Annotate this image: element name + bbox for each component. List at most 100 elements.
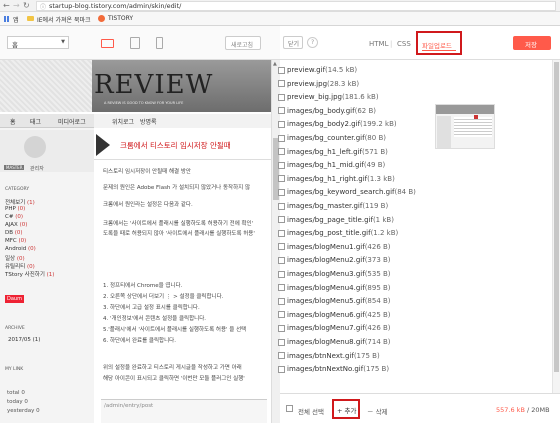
file-row[interactable]: images/bg_counter.gif(80 B) bbox=[278, 134, 386, 142]
category-item[interactable]: 일상 (0) bbox=[5, 254, 25, 262]
category-item[interactable]: Android (0) bbox=[5, 246, 36, 252]
file-row[interactable]: images/blogMenu8.gif(714 B) bbox=[278, 338, 391, 346]
mobile-view-icon[interactable] bbox=[156, 37, 163, 49]
file-row[interactable]: images/btnNextNo.gif(175 B) bbox=[278, 365, 389, 373]
file-checkbox[interactable] bbox=[278, 66, 285, 74]
bookmark-tistory[interactable]: TISTORY bbox=[108, 15, 133, 22]
nav-home[interactable]: 홈 bbox=[10, 117, 16, 126]
refresh-button[interactable]: 새로고침 bbox=[225, 36, 261, 50]
file-name: preview.gif bbox=[287, 66, 326, 74]
save-button[interactable]: 저장 bbox=[513, 36, 551, 50]
archive-item[interactable]: 2017/05 (1) bbox=[8, 337, 40, 343]
file-row[interactable]: images/blogMenu5.gif(854 B) bbox=[278, 297, 391, 305]
file-checkbox[interactable] bbox=[278, 365, 285, 373]
file-row[interactable]: images/bg_body2.gif(199.2 kB) bbox=[278, 120, 397, 128]
file-row[interactable]: images/bg_master.gif(119 B) bbox=[278, 202, 388, 210]
file-row[interactable]: images/bg_page_title.gif(1 kB) bbox=[278, 216, 394, 224]
file-checkbox[interactable] bbox=[278, 202, 285, 210]
tab-html[interactable]: HTML bbox=[369, 40, 388, 48]
forward-icon[interactable]: → bbox=[13, 1, 20, 10]
category-item[interactable]: AJAX (0) bbox=[5, 222, 27, 228]
category-item[interactable]: 전체보기 (1) bbox=[5, 198, 35, 206]
scrollbar-thumb[interactable] bbox=[554, 62, 559, 372]
file-checkbox[interactable] bbox=[278, 188, 285, 196]
file-checkbox[interactable] bbox=[278, 161, 285, 169]
file-checkbox[interactable] bbox=[278, 284, 285, 292]
back-icon[interactable]: ← bbox=[3, 1, 10, 10]
file-row[interactable]: images/bg_h1_left.gif(571 B) bbox=[278, 148, 388, 156]
category-item[interactable]: DB (0) bbox=[5, 230, 23, 236]
file-row[interactable]: images/bg_body.gif(62 B) bbox=[278, 107, 376, 115]
file-checkbox[interactable] bbox=[278, 311, 285, 319]
file-name: images/blogMenu3.gif bbox=[287, 270, 365, 278]
desktop-view-icon[interactable] bbox=[101, 39, 114, 48]
file-checkbox[interactable] bbox=[278, 175, 285, 183]
editor-toolbar: 닫기 ? HTML | CSS 파일업로드 저장 bbox=[280, 26, 560, 60]
article-line: 4. '개인정보'에서 콘텐츠 설정을 클릭합니다. bbox=[103, 316, 207, 322]
category-item[interactable]: TStory 사진하기 (1) bbox=[5, 270, 54, 278]
file-list-scrollbar[interactable] bbox=[552, 60, 560, 393]
file-size: (1.3 kB) bbox=[367, 174, 395, 183]
category-item[interactable]: 유틸리티 (0) bbox=[5, 262, 35, 270]
file-row[interactable]: preview.jpg(28.3 kB) bbox=[278, 80, 359, 88]
file-row[interactable]: images/blogMenu3.gif(535 B) bbox=[278, 270, 391, 278]
file-row[interactable]: images/bg_post_title.gif(1.2 kB) bbox=[278, 229, 398, 237]
file-checkbox[interactable] bbox=[278, 93, 285, 101]
file-row[interactable]: preview_big.jpg(181.6 kB) bbox=[278, 93, 379, 101]
scroll-up-icon[interactable]: ▲ bbox=[273, 61, 277, 67]
select-all-label[interactable]: 전체 선택 bbox=[298, 406, 324, 416]
file-checkbox[interactable] bbox=[278, 80, 285, 88]
file-row[interactable]: images/blogMenu6.gif(425 B) bbox=[278, 311, 391, 319]
reload-icon[interactable]: ↻ bbox=[23, 1, 30, 10]
nav-location[interactable]: 위치로그 bbox=[112, 117, 134, 126]
file-checkbox[interactable] bbox=[278, 324, 285, 332]
bookmark-ie[interactable]: IE에서 가져온 북마크 bbox=[37, 15, 91, 24]
file-row[interactable]: images/bg_keyword_search.gif(84 B) bbox=[278, 188, 416, 196]
nav-guestbook[interactable]: 방명록 bbox=[140, 117, 157, 126]
category-item[interactable]: PHP (0) bbox=[5, 206, 25, 212]
file-checkbox[interactable] bbox=[278, 338, 285, 346]
file-row[interactable]: preview.gif(14.5 kB) bbox=[278, 66, 357, 74]
file-row[interactable]: images/bg_h1_right.gif(1.3 kB) bbox=[278, 175, 395, 183]
file-checkbox[interactable] bbox=[278, 148, 285, 156]
file-checkbox[interactable] bbox=[278, 134, 285, 142]
delete-file-button[interactable]: － 삭제 bbox=[367, 406, 388, 416]
close-button[interactable]: 닫기 bbox=[283, 36, 303, 49]
file-row[interactable]: images/btnNext.gif(175 B) bbox=[278, 352, 380, 360]
select-all-checkbox[interactable] bbox=[286, 405, 293, 412]
file-size: (535 B) bbox=[364, 270, 391, 278]
file-row[interactable]: images/blogMenu7.gif(426 B) bbox=[278, 324, 391, 332]
help-button[interactable]: ? bbox=[307, 37, 318, 48]
file-row[interactable]: images/blogMenu4.gif(895 B) bbox=[278, 284, 391, 292]
file-checkbox[interactable] bbox=[278, 229, 285, 237]
file-checkbox[interactable] bbox=[278, 107, 285, 115]
admin-entry-link[interactable]: /admin/entry/post bbox=[104, 403, 153, 409]
file-checkbox[interactable] bbox=[278, 120, 285, 128]
file-checkbox[interactable] bbox=[278, 297, 285, 305]
file-checkbox[interactable] bbox=[278, 256, 285, 264]
file-checkbox[interactable] bbox=[278, 270, 285, 278]
category-item[interactable]: MFC (0) bbox=[5, 238, 26, 244]
nav-tag[interactable]: 태그 bbox=[30, 117, 41, 126]
file-row[interactable]: images/blogMenu1.gif(426 B) bbox=[278, 243, 391, 251]
tablet-view-icon[interactable] bbox=[130, 37, 140, 49]
add-file-button[interactable]: + 추가 bbox=[332, 399, 360, 419]
file-name: images/blogMenu4.gif bbox=[287, 283, 365, 292]
file-row[interactable]: images/bg_h1_mid.gif(49 B) bbox=[278, 161, 385, 169]
tab-css[interactable]: CSS bbox=[397, 40, 411, 48]
tab-file-upload[interactable]: 파일업로드 bbox=[416, 31, 462, 55]
file-size: (175 B) bbox=[353, 351, 380, 360]
bookmark-apps[interactable]: 앱 bbox=[13, 15, 19, 24]
file-checkbox[interactable] bbox=[278, 243, 285, 251]
file-row[interactable]: images/blogMenu2.gif(373 B) bbox=[278, 256, 391, 264]
daum-badge[interactable]: Daum bbox=[5, 295, 24, 303]
page-select[interactable]: 홈 ▼ bbox=[7, 36, 69, 49]
file-checkbox[interactable] bbox=[278, 352, 285, 360]
file-name: preview_big.jpg bbox=[287, 93, 342, 102]
apps-icon[interactable] bbox=[4, 16, 10, 22]
file-checkbox[interactable] bbox=[278, 216, 285, 224]
post-title[interactable]: 크롬에서 티스토리 임시저장 안될때 bbox=[120, 140, 231, 151]
file-size: (373 B) bbox=[364, 256, 391, 265]
category-item[interactable]: C# (0) bbox=[5, 214, 23, 220]
nav-medialog[interactable]: 미디어로그 bbox=[58, 117, 86, 126]
